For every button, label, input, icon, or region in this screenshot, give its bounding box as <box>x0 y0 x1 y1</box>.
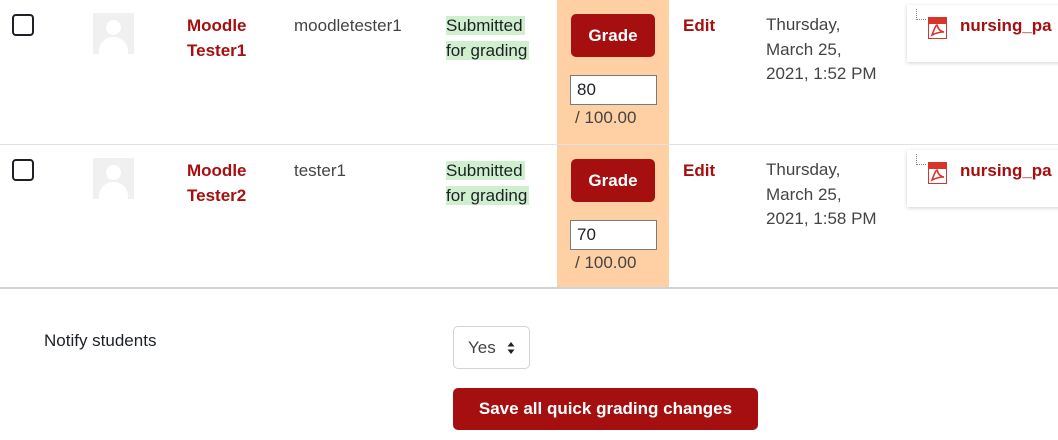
avatar-body <box>99 182 128 199</box>
file-link[interactable]: nursing_pa <box>960 13 1052 38</box>
notify-selected-value: Yes <box>468 337 496 357</box>
file-submission: nursing_pa <box>907 150 1058 207</box>
quick-grade-input[interactable] <box>570 75 657 105</box>
notify-students-label: Notify students <box>44 331 157 350</box>
submission-status: Submitted for grading <box>446 13 544 63</box>
grade-max: / 100.00 <box>575 253 637 272</box>
status-badge: Submitted for grading <box>446 16 530 60</box>
select-checkbox[interactable] <box>12 14 34 36</box>
user-fullname-link[interactable]: Moodle Tester1 <box>187 13 277 63</box>
table-bottom-border <box>0 287 1058 289</box>
username: tester1 <box>294 161 346 180</box>
select-checkbox[interactable] <box>12 159 34 181</box>
submissions-table: Moodle Tester1 moodletester1 Submitted f… <box>0 0 1058 289</box>
pdf-icon <box>928 162 947 184</box>
up-down-arrows-icon <box>507 342 515 354</box>
save-quick-grading-button[interactable]: Save all quick grading changes <box>453 388 758 430</box>
notify-students-select[interactable]: Yes <box>453 326 530 369</box>
user-fullname-link[interactable]: Moodle Tester2 <box>187 158 277 208</box>
edit-menu-link[interactable]: Edit <box>683 158 715 183</box>
last-modified: Thursday, March 25, 2021, 1:58 PM <box>766 160 877 228</box>
status-badge: Submitted for grading <box>446 161 530 205</box>
table-row: Moodle Tester2 tester1 Submitted for gra… <box>0 145 1058 290</box>
tree-connector <box>916 154 926 165</box>
grade-max: / 100.00 <box>575 108 637 127</box>
avatar <box>93 158 134 199</box>
quick-grade-input[interactable] <box>570 220 657 250</box>
last-modified: Thursday, March 25, 2021, 1:52 PM <box>766 15 877 83</box>
grade-button[interactable]: Grade <box>571 159 655 202</box>
tree-connector <box>916 9 926 20</box>
avatar-head <box>106 165 121 180</box>
avatar <box>93 13 134 54</box>
file-submission: nursing_pa <box>907 5 1058 62</box>
avatar-body <box>99 37 128 54</box>
table-row: Moodle Tester1 moodletester1 Submitted f… <box>0 0 1058 145</box>
file-link[interactable]: nursing_pa <box>960 158 1052 183</box>
submission-status: Submitted for grading <box>446 158 544 208</box>
avatar-head <box>106 20 121 35</box>
edit-menu-link[interactable]: Edit <box>683 13 715 38</box>
username: moodletester1 <box>294 16 402 35</box>
pdf-icon <box>928 17 947 39</box>
grade-button[interactable]: Grade <box>571 14 655 57</box>
